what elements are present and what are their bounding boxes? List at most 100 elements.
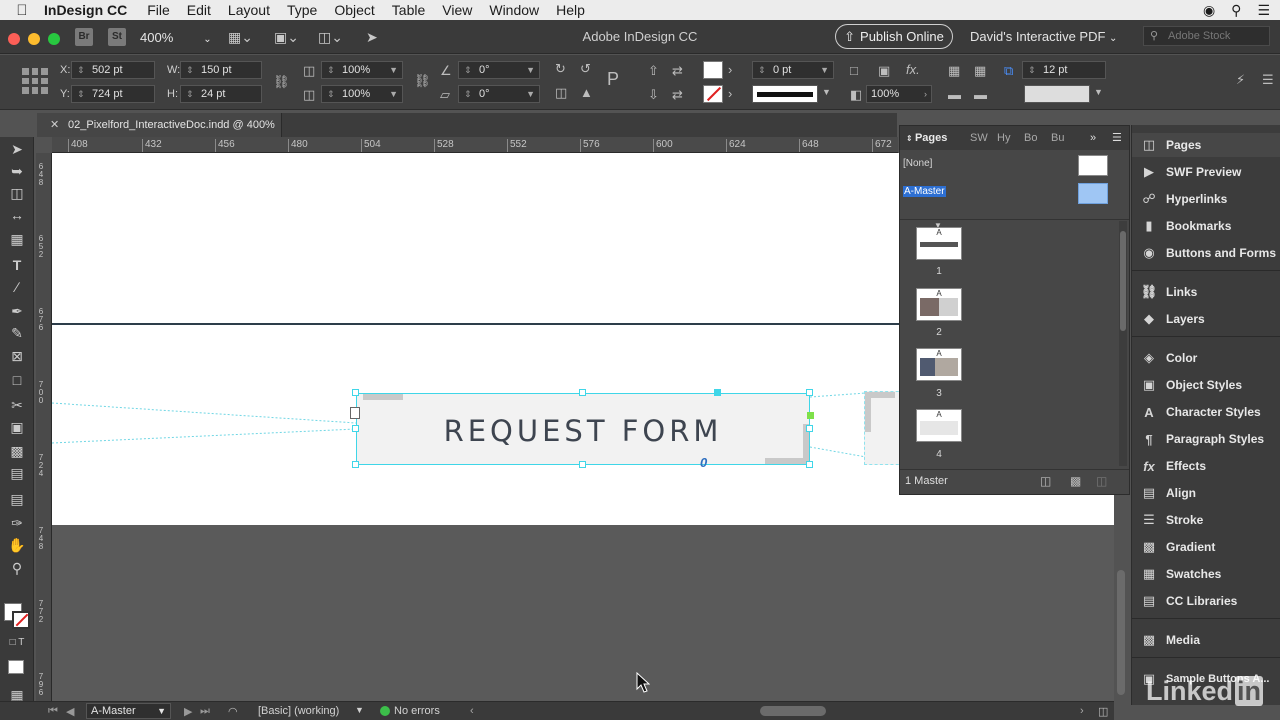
select-next-icon[interactable]: ⇄ [672,63,683,79]
tab-bookmarks[interactable]: Bo [1024,126,1037,150]
preflight-open-icon[interactable]: ◠ [228,705,238,718]
paragraph-p-icon[interactable]: P [607,69,619,90]
gradient-feather-tool-icon[interactable]: ▤ [7,464,27,482]
y-position-field[interactable]: ⇕ 724 pt [71,85,155,103]
pages-scrollbar[interactable] [1119,221,1127,466]
selection-handle[interactable] [579,389,586,396]
menu-layout[interactable]: Layout [228,2,270,18]
split-layout-icon[interactable]: ◫ [1098,705,1108,718]
wrap-bounding-icon[interactable]: ▦ [974,63,986,79]
stroke-swatch[interactable] [703,85,723,103]
minimize-window-icon[interactable] [28,33,40,45]
page-thumbnail[interactable]: A [916,288,962,321]
hand-tool-icon[interactable]: ✋ [7,536,27,554]
document-tab[interactable]: ✕ 02_Pixelford_InteractiveDoc.indd @ 400… [37,113,282,137]
panel-menu-icon[interactable]: ☰ [1112,126,1122,150]
align-center-icon[interactable]: ▬ [974,87,987,102]
publish-online-button[interactable]: ⇧ Publish Online [835,24,953,49]
stock-icon[interactable]: St [108,28,126,46]
publish-rocket-icon[interactable]: ➤ [366,29,378,46]
page-thumbnail[interactable]: A [916,409,962,442]
line-tool-icon[interactable]: ∕ [7,278,27,296]
stroke-type-dropdown-icon[interactable]: ▼ [822,87,831,97]
preflight-profile[interactable]: [Basic] (working) [258,705,339,717]
dock-paragraph-styles[interactable]: ¶ Paragraph Styles [1132,427,1280,451]
dock-character-styles[interactable]: A Character Styles [1132,400,1280,424]
fx-icon[interactable]: □ [850,63,858,78]
dock-media[interactable]: ▩ Media [1132,628,1280,652]
bridge-icon[interactable]: Br [75,28,93,46]
page-thumbnail[interactable]: A [916,348,962,381]
spotlight-search-icon[interactable]: ⚲ [1231,2,1241,19]
stroke-menu-icon[interactable]: › [728,86,732,101]
creative-cloud-icon[interactable]: ◉ [1203,2,1215,19]
adobe-stock-search[interactable]: ⚲ Adobe Stock [1143,26,1270,46]
button-form-indicator-icon[interactable] [350,407,360,419]
gap-field[interactable]: ⇕ 12 pt [1022,61,1106,79]
zoom-tool-icon[interactable]: ⚲ [7,559,27,577]
eyedropper-tool-icon[interactable]: ✑ [7,514,27,532]
note-tool-icon[interactable]: ▤ [7,490,27,508]
apple-icon[interactable]:  [0,2,44,19]
object-style-select[interactable] [1024,85,1090,103]
width-field[interactable]: ⇕ 150 pt [180,61,262,79]
request-form-button-frame[interactable]: REQUEST FORM [356,393,810,465]
page-selector[interactable]: A-Master ▼ [86,703,171,719]
page-tool-icon[interactable]: ◫ [7,184,27,202]
auto-fit-icon[interactable]: ⧉ [1004,63,1013,79]
menu-window[interactable]: Window [489,2,539,18]
out-port-handle[interactable] [807,412,814,419]
tab-hyperlinks[interactable]: Hy [997,126,1010,150]
delete-page-icon[interactable]: ◫ [1096,474,1107,488]
fill-menu-icon[interactable]: › [728,62,732,77]
reference-point-icon[interactable] [22,68,48,94]
fill-swatch[interactable] [703,61,723,79]
menu-edit[interactable]: Edit [187,2,211,18]
notification-center-icon[interactable]: ☰ [1257,2,1270,19]
previous-page-icon[interactable]: ◀ [66,705,74,718]
rectangle-frame-tool-icon[interactable]: ⊠ [7,347,27,365]
dock-hyperlinks[interactable]: ☍ Hyperlinks [1132,187,1280,211]
dock-cc-libraries[interactable]: ▤ CC Libraries [1132,589,1280,613]
select-content-icon[interactable]: ⇩ [648,87,659,103]
dock-layers[interactable]: ◆ Layers [1132,307,1280,331]
x-position-field[interactable]: ⇕ 502 pt [71,61,155,79]
effects-fx-icon[interactable]: fx. [906,62,920,77]
height-field[interactable]: ⇕ 24 pt [180,85,262,103]
dock-swatches[interactable]: ▦ Swatches [1132,562,1280,586]
rectangle-tool-icon[interactable]: □ [7,371,27,389]
selection-handle[interactable] [352,425,359,432]
selection-handle[interactable] [352,461,359,468]
drop-shadow-icon[interactable]: ▣ [878,63,890,79]
dock-stroke[interactable]: ☰ Stroke [1132,508,1280,532]
master-none-thumbnail[interactable] [1078,155,1108,176]
maximize-window-icon[interactable] [48,33,60,45]
flip-horizontal-icon[interactable]: ◫ [555,85,567,101]
dock-bookmarks[interactable]: ▮ Bookmarks [1132,214,1280,238]
zoom-level-select[interactable]: 400% ⌄ [140,30,212,45]
first-page-icon[interactable]: ⏮ [48,705,58,718]
constrain-scale-icon[interactable]: ⛓ [414,73,431,89]
selection-handle[interactable] [579,461,586,468]
menu-object[interactable]: Object [334,2,374,18]
scissors-tool-icon[interactable]: ✂ [7,396,27,414]
dock-links[interactable]: ⛓ Links [1132,280,1280,304]
direct-selection-tool-icon[interactable]: ➥ [7,162,27,180]
rotate-clockwise-icon[interactable]: ↻ [555,61,566,77]
close-window-icon[interactable] [8,33,20,45]
select-container-icon[interactable]: ⇧ [648,63,659,79]
selection-handle[interactable] [806,425,813,432]
flip-vertical-icon[interactable]: ▲ [580,85,593,100]
pages-scroll-thumb[interactable] [1120,231,1126,331]
menu-view[interactable]: View [442,2,472,18]
stroke-type-select[interactable] [752,85,818,103]
selection-handle[interactable] [806,389,813,396]
scale-y-field[interactable]: ⇕ 100% ▼ [321,85,403,103]
selection-handle[interactable] [352,389,359,396]
dock-align[interactable]: ▤ Align [1132,481,1280,505]
shear-angle-field[interactable]: ⇕ 0° ▼ [458,85,540,103]
panel-expand-icon[interactable]: » [1090,126,1096,150]
dock-gradient[interactable]: ▩ Gradient [1132,535,1280,559]
quick-apply-icon[interactable]: ⚡ [1236,72,1245,88]
opacity-field[interactable]: 100% › [866,85,932,103]
